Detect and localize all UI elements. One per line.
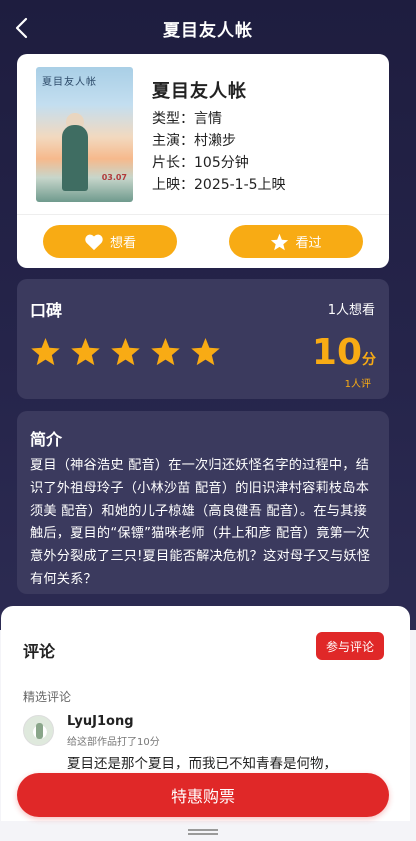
avatar[interactable] — [23, 715, 54, 746]
movie-duration: 片长：105分钟 — [152, 155, 249, 171]
star-icon — [151, 337, 180, 366]
poster-date-text: 03.07 — [101, 173, 127, 182]
score-display: 10分 — [312, 333, 376, 373]
movie-poster[interactable]: 夏目友人帐 03.07 — [36, 67, 133, 202]
comments-heading: 评论 — [23, 642, 56, 661]
synopsis-text: 夏目（神谷浩史 配音）在一次归还妖怪名字的过程中，结识了外祖母玲子（小林沙苗 配… — [30, 458, 371, 587]
rater-count: 1人评 — [344, 379, 371, 390]
rating-card: 口碑 1人想看 10分 1人评 — [17, 279, 389, 399]
star-icon — [271, 233, 289, 250]
star-icon — [71, 337, 100, 366]
rating-stars — [30, 336, 221, 367]
poster-title-text: 夏目友人帐 — [42, 77, 97, 88]
want-to-see-button[interactable]: 想看 — [43, 225, 177, 258]
comment-meta: 给这部作品打了10分 — [67, 737, 160, 748]
movie-genre: 类型：言情 — [152, 111, 222, 127]
star-icon — [111, 337, 140, 366]
synopsis-title: 简介 — [30, 430, 63, 449]
seen-label: 看过 — [295, 236, 322, 251]
movie-name: 夏目友人帐 — [152, 81, 247, 102]
movie-cast: 主演：村濑步 — [152, 133, 236, 149]
rating-label: 口碑 — [30, 301, 63, 320]
comment-body[interactable]: 夏目还是那个夏目，而我已不知青春是何物， — [67, 752, 337, 772]
poster-figure-body — [62, 125, 88, 191]
featured-comments-label: 精选评论 — [23, 690, 72, 704]
join-comment-button[interactable]: 参与评论 — [316, 632, 384, 660]
star-icon — [191, 337, 220, 366]
movie-info-card: 夏目友人帐 03.07 夏目友人帐 类型：言情 主演：村濑步 片长：105分钟 … — [17, 54, 389, 214]
action-bar: 想看 看过 — [17, 214, 389, 268]
comment-username[interactable]: LyuJ1ong — [67, 714, 134, 729]
synopsis-card: 简介 夏目（神谷浩史 配音）在一次归还妖怪名字的过程中，结识了外祖母玲子（小林沙… — [17, 411, 389, 594]
avatar-image — [36, 723, 43, 739]
buy-ticket-button[interactable]: 特惠购票 — [17, 773, 389, 817]
movie-details: 夏目友人帐 类型：言情 主演：村濑步 片长：105分钟 上映：2025-1-5上… — [152, 77, 286, 196]
want-to-see-label: 想看 — [109, 236, 136, 251]
heart-icon — [85, 234, 103, 250]
seen-button[interactable]: 看过 — [229, 225, 363, 258]
back-button[interactable] — [8, 14, 36, 42]
want-count: 1人想看 — [327, 303, 375, 318]
page-title: 夏目友人帐 — [163, 20, 253, 41]
home-indicator[interactable] — [188, 829, 218, 835]
movie-release: 上映：2025-1-5上映 — [152, 177, 286, 193]
score-value: 10 — [311, 332, 362, 373]
score-unit: 分 — [362, 352, 376, 368]
star-icon — [31, 337, 60, 366]
top-nav-bar: 夏目友人帐 — [0, 0, 416, 56]
chevron-left-icon — [15, 17, 28, 39]
